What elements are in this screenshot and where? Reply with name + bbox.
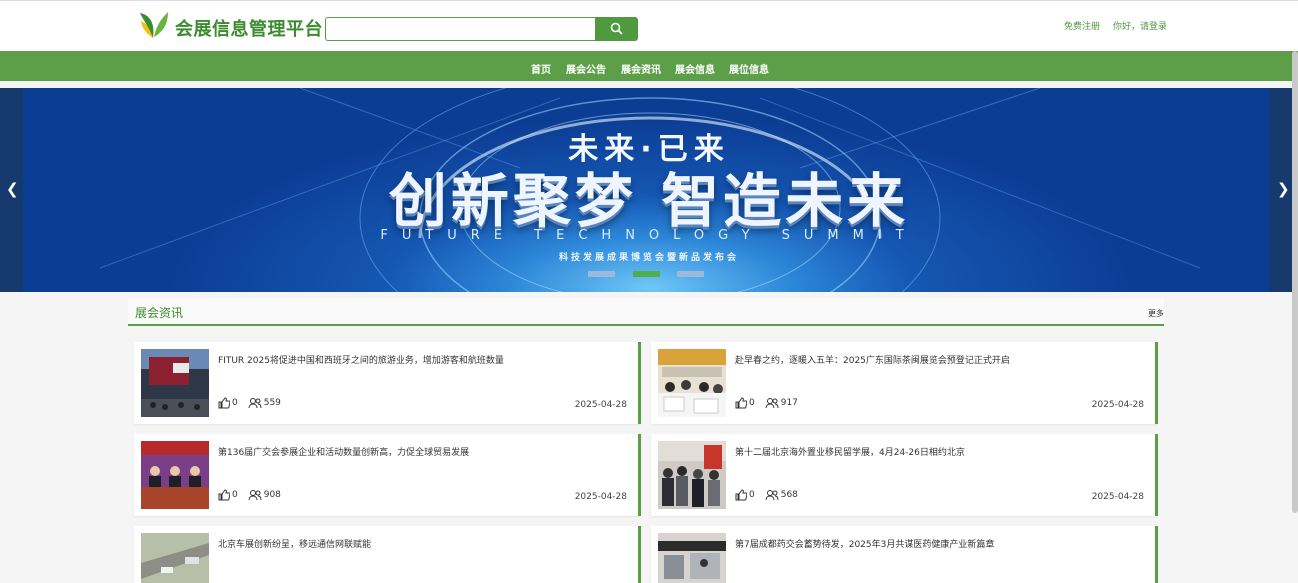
- news-thumbnail[interactable]: [658, 349, 726, 417]
- section-title: 展会资讯: [135, 306, 184, 320]
- news-card[interactable]: 第十二届北京海外置业移民留学展，4月24-26日相约北京 0 568 2025-…: [651, 434, 1158, 516]
- view-count: 568: [780, 490, 798, 500]
- thumbs-up-icon[interactable]: [218, 489, 230, 501]
- news-thumbnail[interactable]: [141, 441, 209, 509]
- news-thumbnail[interactable]: [141, 349, 209, 417]
- users-icon: [248, 398, 262, 409]
- site-title[interactable]: 会展信息管理平台: [175, 15, 323, 41]
- banner-subtitle: 科技发展成果博览会暨新品发布会: [558, 253, 739, 263]
- news-card[interactable]: FITUR 2025将促进中国和西班牙之间的旅游业务，增加游客和航班数量 0 5…: [134, 342, 641, 424]
- news-date: 2025-04-28: [1091, 492, 1144, 502]
- news-meta: 0 568: [735, 489, 798, 501]
- news-title[interactable]: 第十二届北京海外置业移民留学展，4月24-26日相约北京: [735, 445, 965, 458]
- like-count: 0: [749, 398, 755, 408]
- banner-english-title: FUTURE TECHNOLOGY SUMMIT: [380, 228, 918, 243]
- users-icon: [765, 398, 779, 409]
- thumbs-up-icon[interactable]: [218, 397, 230, 409]
- banner-main-title: 创新聚梦 智造未来: [388, 167, 910, 235]
- news-section-header: 展会资讯 更多: [128, 298, 1164, 326]
- nav-item-home[interactable]: 首页: [531, 61, 551, 76]
- carousel-dot-1[interactable]: [588, 271, 615, 277]
- leaf-logo-icon: [140, 12, 168, 38]
- like-count: 0: [749, 490, 755, 500]
- news-thumbnail[interactable]: [658, 441, 726, 509]
- news-title[interactable]: 赴早春之约，逐暖入五羊：2025广东国际茶闽展览会预登记正式开启: [735, 353, 1010, 366]
- news-title[interactable]: 北京车展创新纷呈，移远通信网联赋能: [218, 537, 371, 550]
- news-thumbnail[interactable]: [658, 533, 726, 583]
- news-date: 2025-04-28: [1091, 400, 1144, 410]
- news-card[interactable]: 第7届成都药交会蓄势待发，2025年3月共谋医药健康产业新篇章: [651, 526, 1158, 583]
- news-date: 2025-04-28: [574, 400, 627, 410]
- users-icon: [248, 490, 262, 501]
- banner-prev-panel[interactable]: ❮: [0, 88, 23, 292]
- page-scrollbar[interactable]: [1292, 51, 1298, 513]
- news-title[interactable]: 第7届成都药交会蓄势待发，2025年3月共谋医药健康产业新篇章: [735, 537, 994, 550]
- view-count: 559: [263, 398, 281, 408]
- news-meta: 0 917: [735, 397, 798, 409]
- news-meta: 0 908: [218, 489, 281, 501]
- carousel-dot-3[interactable]: [677, 271, 704, 277]
- news-card[interactable]: 第136届广交会参展企业和活动数量创新高，力促全球贸易发展 0 908 2025…: [134, 434, 641, 516]
- news-title[interactable]: FITUR 2025将促进中国和西班牙之间的旅游业务，增加游客和航班数量: [218, 353, 504, 366]
- register-link[interactable]: 免费注册: [1064, 19, 1100, 32]
- chevron-left-icon[interactable]: ❮: [6, 180, 19, 198]
- news-title[interactable]: 第136届广交会参展企业和活动数量创新高，力促全球贸易发展: [218, 445, 469, 458]
- search-button[interactable]: [595, 17, 638, 41]
- chevron-right-icon[interactable]: ❯: [1277, 180, 1290, 198]
- like-count: 0: [232, 398, 238, 408]
- nav-item-news[interactable]: 展会资讯: [621, 61, 661, 76]
- nav-item-booths[interactable]: 展位信息: [729, 61, 769, 76]
- users-icon: [765, 490, 779, 501]
- view-count: 917: [780, 398, 798, 408]
- search-icon: [610, 22, 623, 35]
- nav-item-announcements[interactable]: 展会公告: [566, 61, 606, 76]
- news-card[interactable]: 赴早春之约，逐暖入五羊：2025广东国际茶闽展览会预登记正式开启 0 917 2…: [651, 342, 1158, 424]
- view-count: 908: [263, 490, 281, 500]
- top-header: 会展信息管理平台 免费注册 你好，请登录: [0, 0, 1298, 51]
- news-meta: 0 559: [218, 397, 281, 409]
- like-count: 0: [232, 490, 238, 500]
- login-link[interactable]: 你好，请登录: [1113, 19, 1167, 32]
- news-card[interactable]: 北京车展创新纷呈，移远通信网联赋能: [134, 526, 641, 583]
- more-link[interactable]: 更多: [1148, 308, 1164, 319]
- search-bar: [325, 17, 638, 41]
- search-input[interactable]: [325, 17, 596, 41]
- thumbs-up-icon[interactable]: [735, 489, 747, 501]
- banner-carousel[interactable]: 未来·已来 创新聚梦 智造未来 FUTURE TECHNOLOGY SUMMIT…: [0, 88, 1298, 292]
- main-nav: 首页 展会公告 展会资讯 展会信息 展位信息: [0, 51, 1298, 81]
- news-date: 2025-04-28: [574, 492, 627, 502]
- news-thumbnail[interactable]: [141, 533, 209, 583]
- nav-item-exhibitions[interactable]: 展会信息: [675, 61, 715, 76]
- thumbs-up-icon[interactable]: [735, 397, 747, 409]
- carousel-dot-2[interactable]: [633, 271, 660, 277]
